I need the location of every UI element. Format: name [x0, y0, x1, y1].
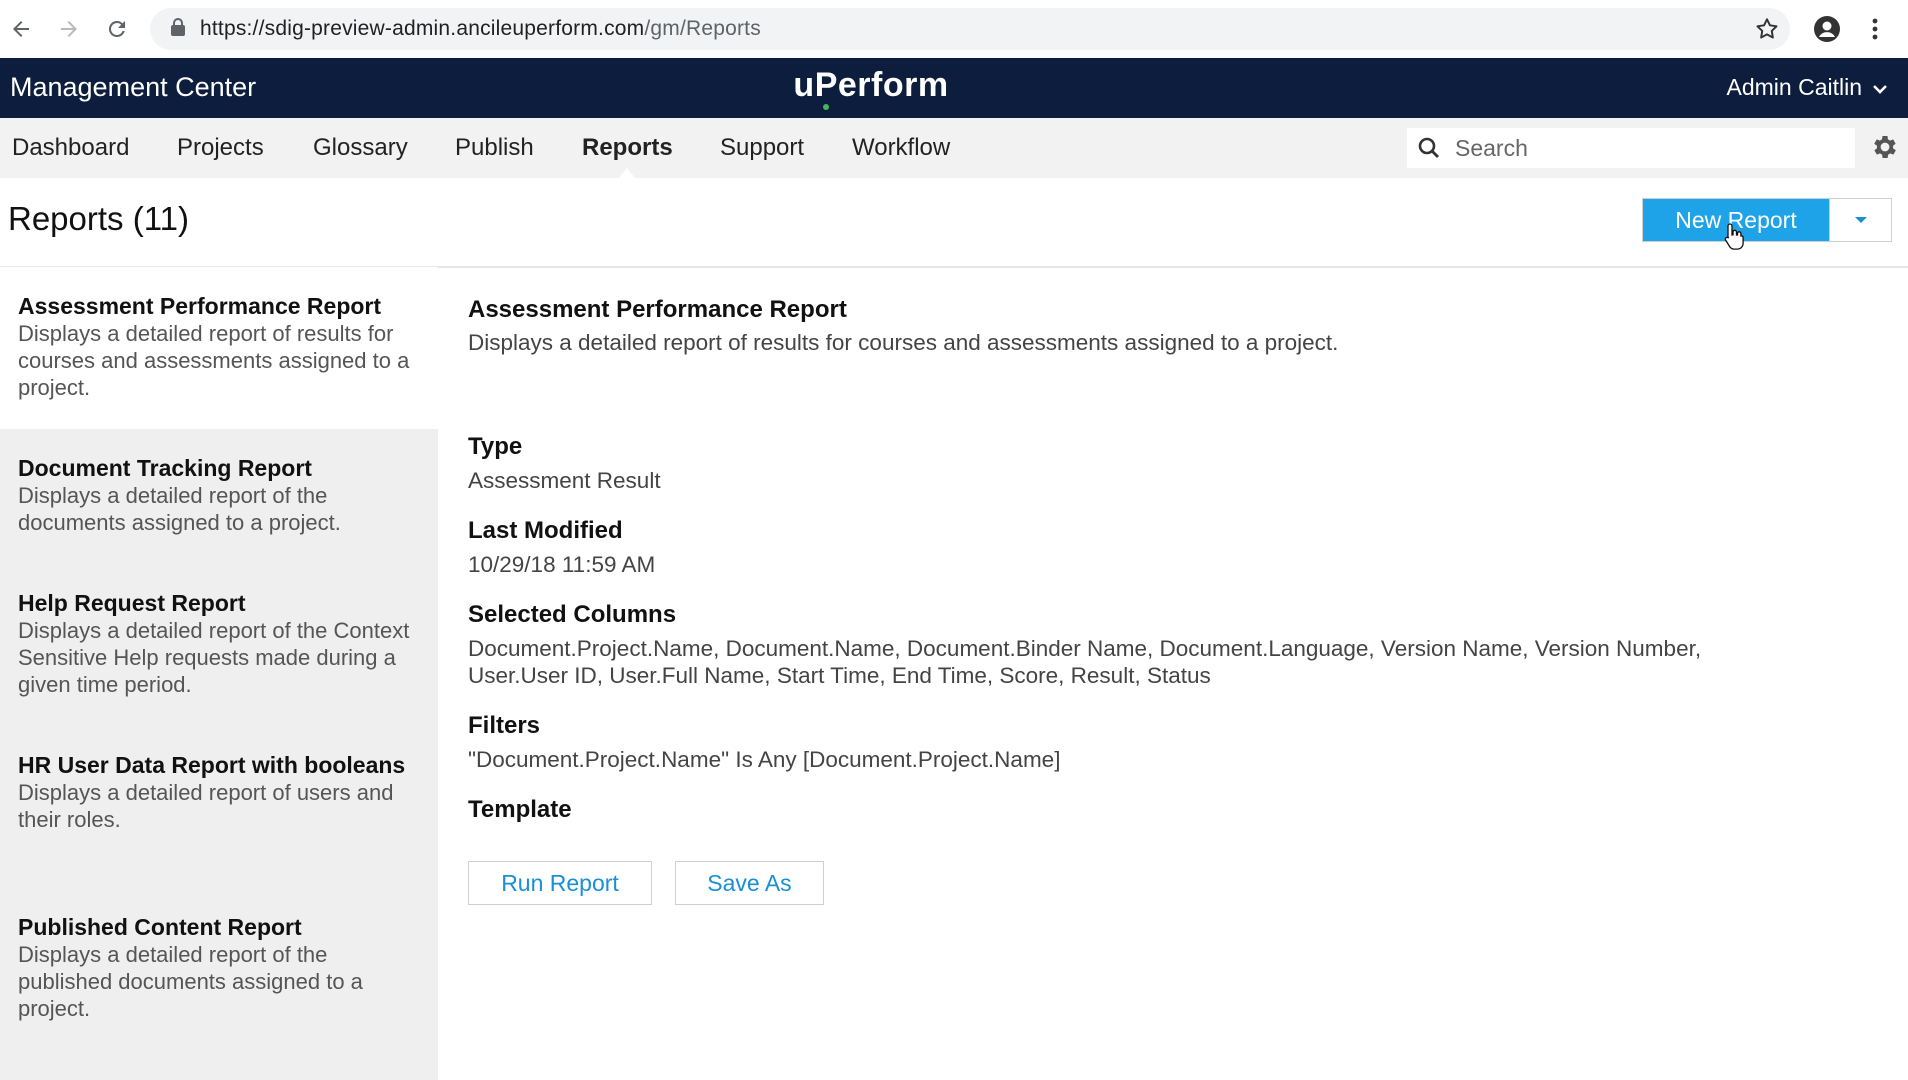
report-list-item-help-request[interactable]: Help Request Report Displays a detailed …	[0, 590, 438, 698]
search-box	[1407, 128, 1855, 168]
filters-label: Filters	[468, 712, 541, 739]
report-list-item-assessment-performance[interactable]: Assessment Performance Report Displays a…	[0, 267, 438, 429]
address-bar[interactable]: https://sdig-preview-admin.ancileuperfor…	[150, 8, 1790, 50]
last-modified-value: 10/29/18 11:59 AM	[468, 552, 656, 577]
report-list-item-document-tracking[interactable]: Document Tracking Report Displays a deta…	[0, 455, 438, 536]
nav-item-publish[interactable]: Publish	[455, 134, 534, 162]
report-list-item-published-content[interactable]: Published Content Report Displays a deta…	[0, 914, 438, 1022]
reload-icon[interactable]	[100, 12, 134, 46]
new-report-dropdown-button[interactable]	[1829, 199, 1891, 241]
type-label: Type	[468, 433, 523, 460]
report-item-title: HR User Data Report with booleans	[18, 752, 406, 778]
search-icon	[1417, 136, 1441, 160]
report-item-description: Displays a detailed report of the publis…	[18, 942, 363, 1021]
browser-toolbar: https://sdig-preview-admin.ancileuperfor…	[0, 0, 1908, 59]
nav-item-projects[interactable]: Projects	[177, 134, 264, 162]
report-item-title: Published Content Report	[18, 914, 302, 940]
page-title: Reports (11)	[8, 200, 189, 237]
report-item-description: Displays a detailed report of users and …	[18, 780, 394, 832]
logo-part-3: erform	[837, 66, 949, 104]
new-report-split-button: New Report	[1642, 198, 1892, 242]
report-list-item-hr-user-data[interactable]: HR User Data Report with booleans Displa…	[0, 752, 438, 833]
report-item-description: Displays a detailed report of the docume…	[18, 483, 341, 535]
report-item-description: Displays a detailed report of the Contex…	[18, 618, 410, 697]
user-menu[interactable]: Admin Caitlin	[1727, 74, 1889, 101]
bookmark-star-icon[interactable]	[1750, 12, 1784, 46]
url-text: https://sdig-preview-admin.ancileuperfor…	[200, 17, 761, 41]
last-modified-label: Last Modified	[468, 517, 623, 544]
nav-item-support[interactable]: Support	[720, 134, 804, 162]
report-item-title: Assessment Performance Report	[18, 293, 382, 319]
url-main: https://sdig-preview-admin.ancileuperfor…	[200, 17, 645, 40]
nav-item-workflow[interactable]: Workflow	[852, 134, 950, 162]
run-report-button[interactable]: Run Report	[468, 861, 652, 905]
main-nav: Dashboard Projects Glossary Publish Repo…	[0, 118, 1908, 178]
selected-columns-label: Selected Columns	[468, 601, 677, 628]
filters-value: "Document.Project.Name" Is Any [Document…	[468, 747, 1061, 772]
caret-down-icon	[1854, 213, 1868, 228]
template-label: Template	[468, 796, 572, 823]
type-value: Assessment Result	[468, 468, 661, 493]
detail-description: Displays a detailed report of results fo…	[468, 330, 1339, 355]
search-input[interactable]	[1453, 133, 1847, 163]
active-nav-indicator	[619, 168, 635, 178]
save-as-button[interactable]: Save As	[675, 861, 824, 905]
profile-icon[interactable]	[1810, 12, 1844, 46]
user-name: Admin Caitlin	[1726, 74, 1863, 100]
nav-item-reports[interactable]: Reports	[582, 134, 673, 162]
uperform-logo: uPerform	[0, 66, 1742, 105]
report-item-title: Help Request Report	[18, 590, 246, 616]
app-header: Management Center uPerform Admin Caitlin	[0, 58, 1908, 118]
logo-part-1: u	[793, 66, 815, 104]
report-item-description: Displays a detailed report of results fo…	[18, 321, 410, 400]
back-icon[interactable]	[4, 12, 38, 46]
nav-item-glossary[interactable]: Glossary	[313, 134, 408, 162]
page-header: Reports (11) New Report	[0, 178, 1908, 268]
forward-icon[interactable]	[52, 12, 86, 46]
report-list: Assessment Performance Report Displays a…	[0, 267, 438, 1080]
selected-columns-value: Document.Project.Name, Document.Name, Do…	[468, 636, 1702, 688]
logo-part-2: P	[814, 66, 838, 104]
gear-icon[interactable]	[1870, 132, 1900, 167]
chevron-down-icon	[1872, 74, 1888, 101]
lock-icon	[170, 17, 186, 42]
report-item-title: Document Tracking Report	[18, 455, 312, 481]
more-vert-icon[interactable]	[1858, 12, 1892, 46]
new-report-button[interactable]: New Report	[1643, 199, 1829, 241]
detail-title: Assessment Performance Report	[468, 296, 847, 323]
url-path: /gm/Reports	[644, 17, 761, 40]
nav-item-dashboard[interactable]: Dashboard	[12, 134, 129, 162]
